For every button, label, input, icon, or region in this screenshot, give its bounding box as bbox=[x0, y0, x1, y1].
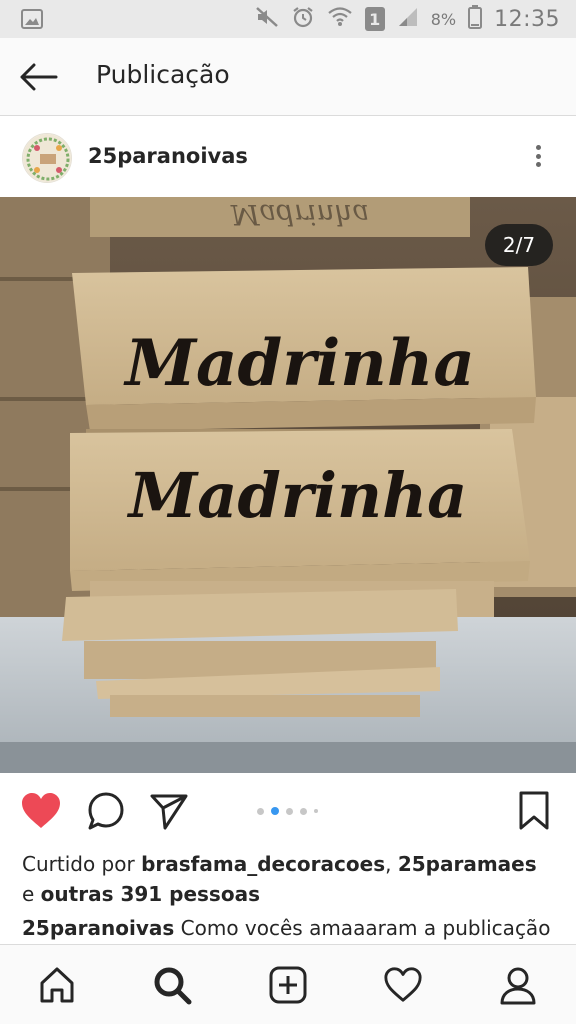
battery-icon bbox=[468, 5, 483, 33]
likes-separator: , bbox=[385, 852, 392, 876]
caption-username[interactable]: 25paranoivas bbox=[22, 916, 174, 940]
nav-activity[interactable] bbox=[379, 961, 427, 1009]
arrow-left-icon bbox=[20, 63, 58, 91]
post-caption: 25paranoivas Como vocês amaaaram a publi… bbox=[22, 913, 562, 943]
bottom-nav bbox=[0, 944, 576, 1024]
caption-text: Como vocês amaaaram a publicação bbox=[180, 916, 551, 940]
photo-boxes-image: Madrinha Madrinha Madrinha bbox=[0, 197, 576, 773]
bookmark-icon bbox=[519, 791, 549, 830]
clock: 12:35 bbox=[494, 6, 560, 32]
activity-icon bbox=[384, 967, 422, 1002]
alarm-icon bbox=[291, 5, 315, 33]
comment-icon bbox=[88, 792, 124, 830]
app-bar: Publicação bbox=[0, 38, 576, 116]
post-actions bbox=[0, 773, 576, 845]
nav-profile[interactable] bbox=[494, 961, 542, 1009]
others-likes-link[interactable]: outras 391 pessoas bbox=[41, 882, 260, 906]
home-icon bbox=[40, 967, 74, 1003]
profile-icon bbox=[500, 967, 536, 1005]
wifi-icon bbox=[327, 5, 353, 33]
status-bar: 1 8% 12:35 bbox=[0, 0, 576, 38]
share-button[interactable] bbox=[147, 789, 191, 833]
carousel-dot bbox=[300, 807, 307, 815]
add-icon bbox=[269, 966, 307, 1004]
carousel-dot-active bbox=[271, 807, 279, 815]
liker-username[interactable]: brasfama_decoracoes bbox=[141, 852, 385, 876]
carousel-indicator bbox=[257, 807, 318, 815]
save-button[interactable] bbox=[512, 789, 556, 833]
send-icon bbox=[150, 794, 188, 830]
post-photo[interactable]: Madrinha Madrinha Madrinha bbox=[0, 197, 576, 773]
carousel-counter: 2/7 bbox=[485, 224, 553, 266]
sim-icon: 1 bbox=[364, 7, 385, 31]
likes-line2-prefix: e bbox=[22, 882, 35, 906]
more-vertical-icon-dot bbox=[535, 162, 541, 167]
more-options-button[interactable] bbox=[524, 139, 552, 173]
likes-prefix: Curtido por bbox=[22, 852, 135, 876]
svg-text:Madrinha: Madrinha bbox=[230, 198, 369, 231]
more-vertical-icon-dot bbox=[535, 153, 541, 159]
search-icon bbox=[154, 967, 192, 1005]
post-header: 25paranoivas bbox=[0, 117, 576, 197]
avatar[interactable] bbox=[22, 133, 72, 183]
signal-icon bbox=[397, 6, 419, 32]
image-notification-icon bbox=[20, 7, 44, 35]
sim-badge: 1 bbox=[369, 9, 381, 29]
carousel-dot bbox=[286, 807, 293, 815]
likes-summary: Curtido por brasfama_decoracoes, 25param… bbox=[22, 849, 562, 909]
mute-icon bbox=[255, 6, 279, 32]
like-button[interactable] bbox=[19, 789, 63, 833]
back-button[interactable] bbox=[14, 56, 62, 98]
box-text-bottom: Madrinha bbox=[127, 459, 468, 532]
carousel-dot bbox=[314, 809, 318, 813]
post-username[interactable]: 25paranoivas bbox=[88, 144, 248, 168]
box-text-top: Madrinha bbox=[123, 326, 475, 401]
page-title: Publicação bbox=[96, 60, 230, 89]
heart-icon bbox=[22, 793, 60, 828]
more-vertical-icon-dot bbox=[535, 145, 541, 150]
comment-button[interactable] bbox=[84, 789, 128, 833]
battery-percent: 8% bbox=[430, 9, 457, 29]
nav-new-post[interactable] bbox=[264, 961, 312, 1009]
liker-username[interactable]: 25paramaes bbox=[398, 852, 537, 876]
carousel-dot bbox=[257, 807, 264, 815]
nav-search[interactable] bbox=[148, 961, 196, 1009]
nav-home[interactable] bbox=[33, 961, 81, 1009]
